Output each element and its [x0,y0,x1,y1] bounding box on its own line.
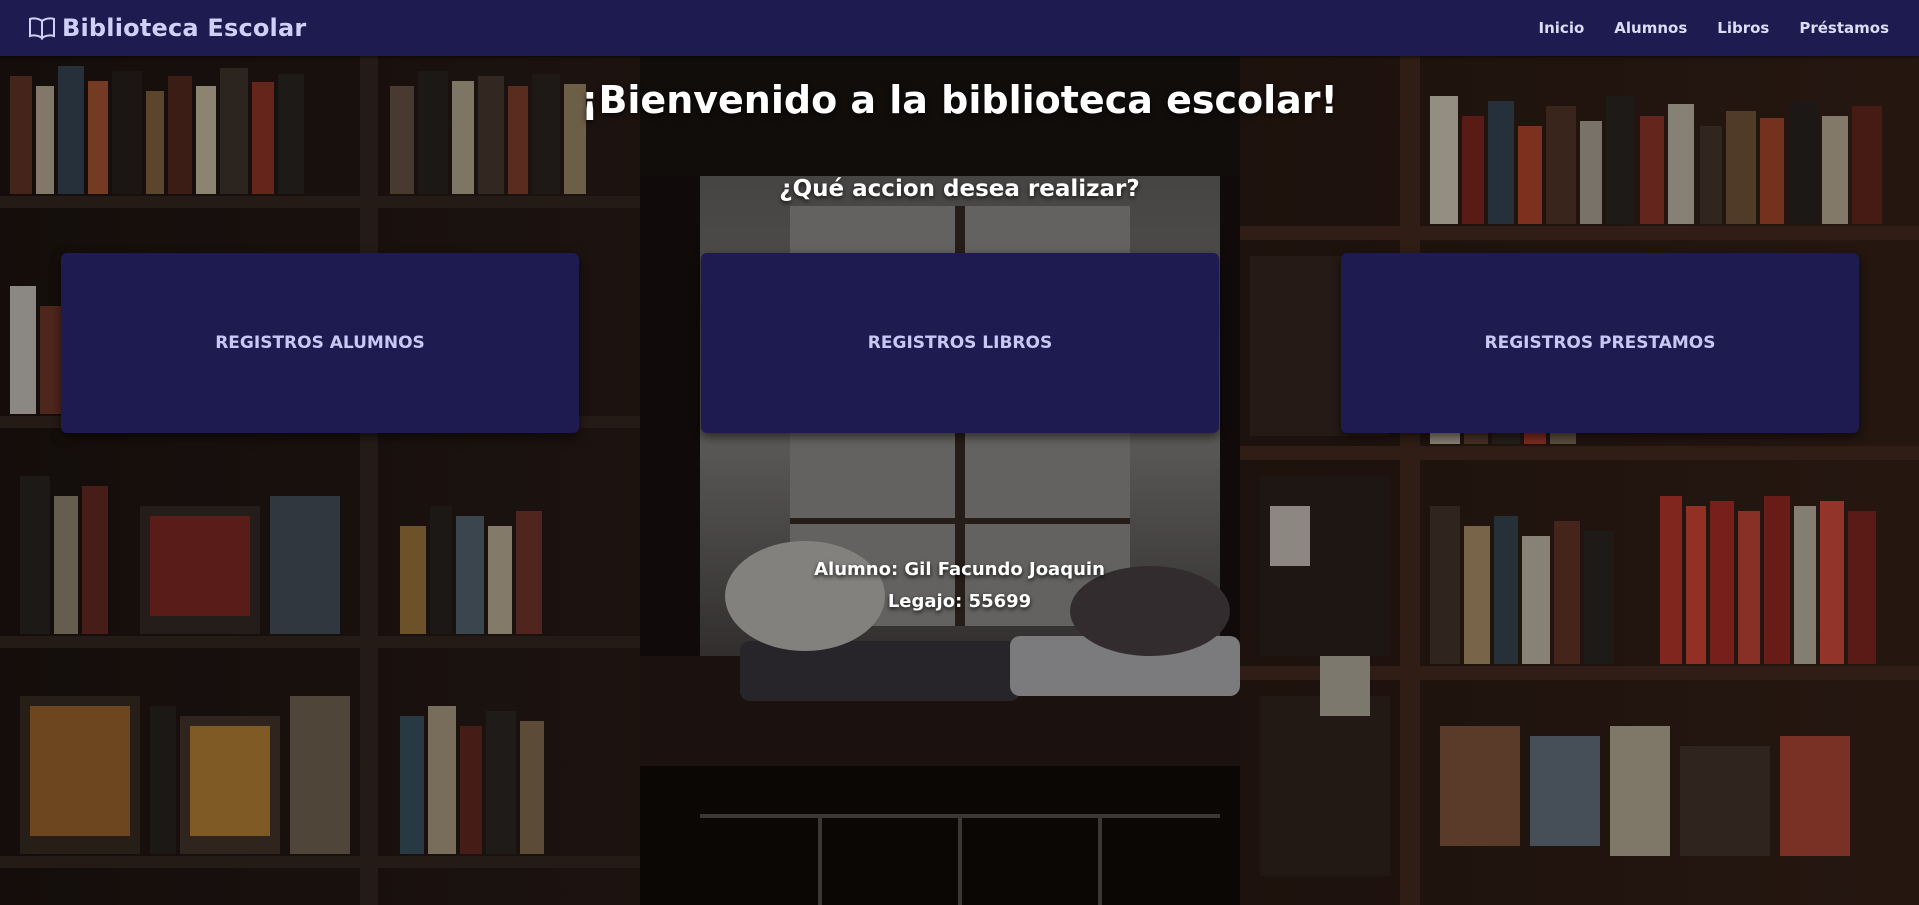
student-name: Alumno: Gil Facundo Joaquin [814,559,1105,580]
brand-link[interactable]: Biblioteca Escolar [28,14,306,42]
page-subtitle: ¿Qué accion desea realizar? [779,176,1140,202]
student-legajo: Legajo: 55699 [887,591,1032,612]
card-label: REGISTROS PRESTAMOS [1484,333,1716,353]
card-label: REGISTROS ALUMNOS [215,333,425,353]
student-info: Alumno: Gil Facundo Joaquin Legajo: 5569… [0,554,1919,618]
nav-link-alumnos[interactable]: Alumnos [1614,19,1687,37]
nav-link-inicio[interactable]: Inicio [1539,19,1585,37]
brand-title: Biblioteca Escolar [62,14,307,42]
nav-links: Inicio Alumnos Libros Préstamos [1539,19,1889,37]
card-label: REGISTROS LIBROS [867,333,1053,353]
navbar: Biblioteca Escolar Inicio Alumnos Libros… [0,0,1919,56]
registros-libros-button[interactable]: REGISTROS LIBROS [701,253,1219,433]
nav-link-libros[interactable]: Libros [1717,19,1769,37]
nav-link-prestamos[interactable]: Préstamos [1799,19,1889,37]
registros-prestamos-button[interactable]: REGISTROS PRESTAMOS [1341,253,1859,433]
page-title: ¡Bienvenido a la biblioteca escolar! [581,78,1338,122]
book-open-icon [28,16,56,40]
registros-alumnos-button[interactable]: REGISTROS ALUMNOS [61,253,579,433]
